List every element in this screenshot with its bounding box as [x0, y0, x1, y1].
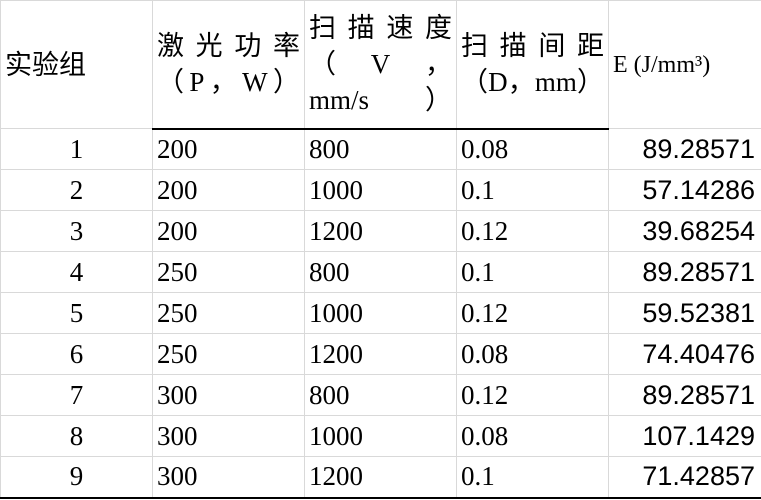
cell-energy[interactable]: 59.52381	[608, 292, 761, 334]
cell-group[interactable]: 8	[0, 415, 153, 457]
cell-spacing[interactable]: 0.08	[456, 415, 609, 457]
cell-energy[interactable]: 89.28571	[608, 374, 761, 416]
cell-group[interactable]: 4	[0, 251, 153, 293]
cell-energy[interactable]: 74.40476	[608, 333, 761, 375]
table-row: 8 300 1000 0.08 107.1429	[0, 415, 761, 457]
cell-spacing[interactable]: 0.12	[456, 374, 609, 416]
cell-speed[interactable]: 800	[304, 251, 457, 293]
cell-power[interactable]: 250	[152, 333, 305, 375]
table-row: 2 200 1000 0.1 57.14286	[0, 169, 761, 211]
cell-power[interactable]: 300	[152, 456, 305, 499]
table-row: 3 200 1200 0.12 39.68254	[0, 210, 761, 252]
header-group[interactable]: 实验组	[0, 0, 153, 129]
cell-spacing[interactable]: 0.1	[456, 251, 609, 293]
cell-energy[interactable]: 107.1429	[608, 415, 761, 457]
cell-energy[interactable]: 57.14286	[608, 169, 761, 211]
header-laser-power[interactable]: 激光功率（P，W）	[152, 0, 305, 130]
cell-spacing[interactable]: 0.12	[456, 292, 609, 334]
cell-speed[interactable]: 1200	[304, 210, 457, 252]
cell-group[interactable]: 3	[0, 210, 153, 252]
cell-power[interactable]: 300	[152, 415, 305, 457]
table-row: 5 250 1000 0.12 59.52381	[0, 292, 761, 334]
cell-speed[interactable]: 1000	[304, 292, 457, 334]
cell-power[interactable]: 250	[152, 251, 305, 293]
header-scan-speed[interactable]: 扫描速度（V，mm/s）	[304, 0, 457, 130]
cell-spacing[interactable]: 0.08	[456, 128, 609, 170]
table-row: 4 250 800 0.1 89.28571	[0, 251, 761, 293]
cell-spacing[interactable]: 0.08	[456, 333, 609, 375]
cell-power[interactable]: 200	[152, 169, 305, 211]
experiment-table: 实验组 激光功率（P，W） 扫描速度（V，mm/s） 扫描间距（D，mm） E …	[0, 0, 761, 499]
table-row: 7 300 800 0.12 89.28571	[0, 374, 761, 416]
cell-power[interactable]: 200	[152, 128, 305, 170]
header-energy-density[interactable]: E (J/mm³)	[608, 0, 761, 129]
cell-energy[interactable]: 89.28571	[608, 251, 761, 293]
table-row: 9 300 1200 0.1 71.42857	[0, 456, 761, 499]
spreadsheet-view: 实验组 激光功率（P，W） 扫描速度（V，mm/s） 扫描间距（D，mm） E …	[0, 0, 761, 500]
header-scan-spacing[interactable]: 扫描间距（D，mm）	[456, 0, 609, 130]
cell-energy[interactable]: 89.28571	[608, 128, 761, 170]
cell-group[interactable]: 6	[0, 333, 153, 375]
cell-spacing[interactable]: 0.1	[456, 456, 609, 499]
cell-power[interactable]: 250	[152, 292, 305, 334]
cell-energy[interactable]: 71.42857	[608, 456, 761, 499]
cell-power[interactable]: 300	[152, 374, 305, 416]
table-row: 1 200 800 0.08 89.28571	[0, 128, 761, 170]
cell-group[interactable]: 2	[0, 169, 153, 211]
cell-speed[interactable]: 800	[304, 128, 457, 170]
table-row: 6 250 1200 0.08 74.40476	[0, 333, 761, 375]
cell-group[interactable]: 9	[0, 456, 153, 499]
cell-speed[interactable]: 1000	[304, 415, 457, 457]
cell-spacing[interactable]: 0.12	[456, 210, 609, 252]
cell-speed[interactable]: 1200	[304, 456, 457, 499]
cell-speed[interactable]: 800	[304, 374, 457, 416]
cell-spacing[interactable]: 0.1	[456, 169, 609, 211]
cell-speed[interactable]: 1000	[304, 169, 457, 211]
cell-group[interactable]: 7	[0, 374, 153, 416]
cell-power[interactable]: 200	[152, 210, 305, 252]
cell-group[interactable]: 5	[0, 292, 153, 334]
header-row: 实验组 激光功率（P，W） 扫描速度（V，mm/s） 扫描间距（D，mm） E …	[0, 0, 761, 130]
cell-energy[interactable]: 39.68254	[608, 210, 761, 252]
cell-group[interactable]: 1	[0, 128, 153, 170]
cell-speed[interactable]: 1200	[304, 333, 457, 375]
